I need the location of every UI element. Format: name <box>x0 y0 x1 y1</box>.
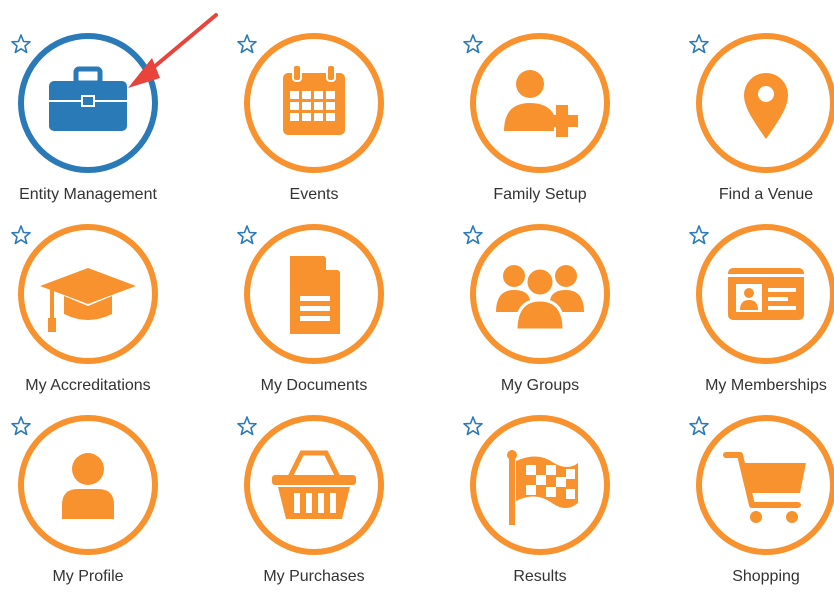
basket-icon <box>272 450 356 519</box>
tile-circle[interactable] <box>244 224 384 364</box>
tile-label: Family Setup <box>493 186 587 203</box>
tile-label: My Accreditations <box>25 377 151 394</box>
tile-label: Shopping <box>732 568 800 585</box>
tile-my-documents[interactable]: My Documents <box>236 224 462 404</box>
tile-my-accreditations[interactable]: My Accreditations <box>10 224 236 404</box>
tile-circle[interactable] <box>696 224 834 364</box>
tile-shopping[interactable]: Shopping <box>688 415 834 595</box>
tile-circle[interactable] <box>696 415 834 555</box>
calendar-icon <box>283 64 345 135</box>
tile-family-setup[interactable]: Family Setup <box>462 33 688 213</box>
tile-find-a-venue[interactable]: Find a Venue <box>688 33 834 213</box>
tile-my-profile[interactable]: My Profile <box>10 415 236 595</box>
tile-entity-management[interactable]: Entity Management <box>10 33 236 213</box>
tile-circle[interactable] <box>470 415 610 555</box>
checkered-flag-icon <box>507 450 578 525</box>
user-icon <box>62 453 114 519</box>
tile-events[interactable]: Events <box>236 33 462 213</box>
tile-my-groups[interactable]: My Groups <box>462 224 688 404</box>
tile-label: My Purchases <box>263 568 365 585</box>
tile-circle[interactable] <box>18 33 158 173</box>
tile-label: Find a Venue <box>718 186 814 203</box>
tile-circle[interactable] <box>470 224 610 364</box>
tile-label: Entity Management <box>19 186 157 203</box>
tile-circle[interactable] <box>244 33 384 173</box>
tile-my-purchases[interactable]: My Purchases <box>236 415 462 595</box>
tile-label: My Memberships <box>705 377 827 394</box>
tile-circle[interactable] <box>696 33 834 173</box>
tile-circle[interactable] <box>18 224 158 364</box>
tile-circle[interactable] <box>470 33 610 173</box>
tile-circle[interactable] <box>244 415 384 555</box>
tile-circle[interactable] <box>18 415 158 555</box>
briefcase-icon <box>49 66 127 131</box>
tile-label: My Profile <box>52 568 124 585</box>
tile-label: Events <box>289 186 339 203</box>
document-icon <box>290 256 340 334</box>
group-icon <box>496 265 584 332</box>
id-card-icon <box>728 268 804 320</box>
tile-results[interactable]: Results <box>462 415 688 595</box>
map-pin-icon <box>744 73 788 139</box>
shopping-cart-icon <box>723 452 806 523</box>
tile-label: My Groups <box>500 377 580 394</box>
add-user-icon <box>504 70 578 137</box>
tile-label: Results <box>513 568 567 585</box>
tile-label: My Documents <box>260 377 368 394</box>
graduation-cap-icon <box>40 268 136 332</box>
tile-my-memberships[interactable]: My Memberships <box>688 224 834 404</box>
